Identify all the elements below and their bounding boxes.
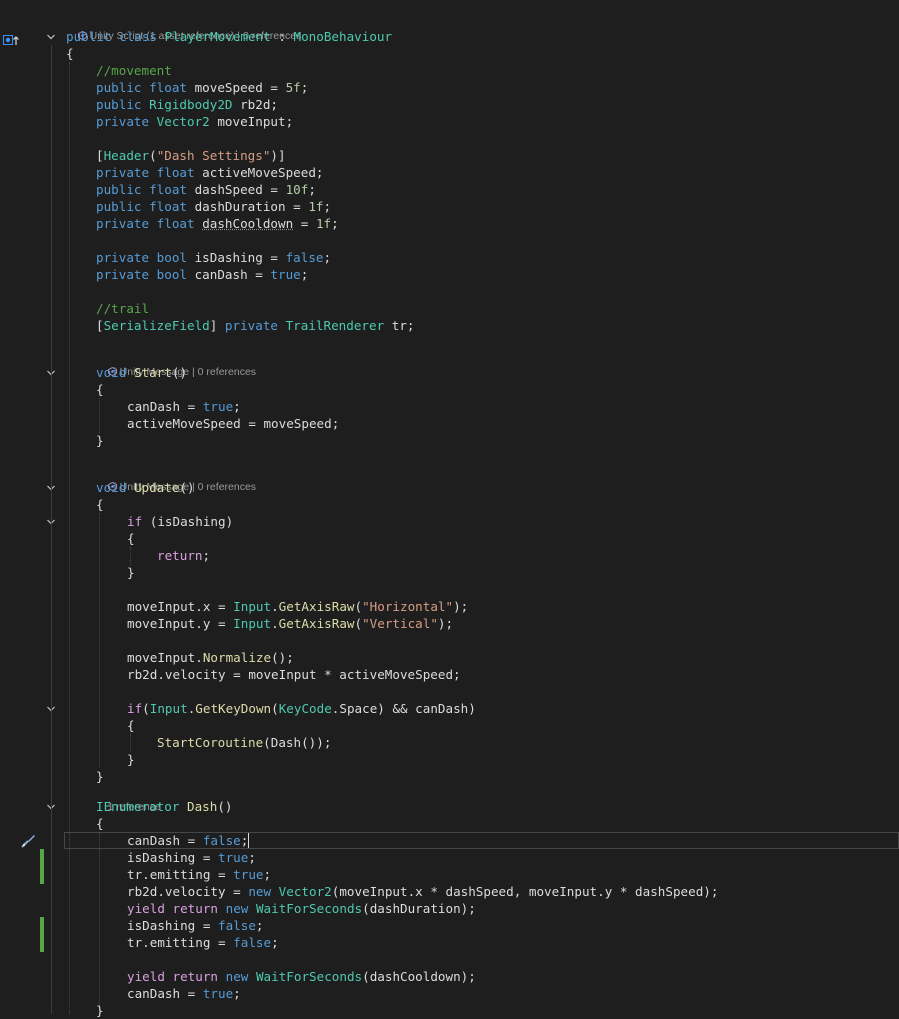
code-line[interactable]: private bool isDashing = false; bbox=[96, 249, 331, 266]
code-line[interactable]: //trail bbox=[96, 300, 149, 317]
code-line[interactable]: } bbox=[96, 1002, 104, 1019]
code-line[interactable]: yield return new WaitForSeconds(dashCool… bbox=[127, 968, 476, 985]
code-line[interactable]: canDash = false; bbox=[127, 832, 248, 849]
code-line[interactable]: if(Input.GetKeyDown(KeyCode.Space) && ca… bbox=[127, 700, 476, 717]
code-line[interactable]: { bbox=[96, 815, 104, 832]
indent-guide bbox=[99, 832, 100, 1014]
indent-guide bbox=[99, 398, 100, 433]
override-glyph-icon[interactable] bbox=[3, 31, 19, 50]
change-indicator bbox=[40, 849, 44, 884]
code-line[interactable]: public Rigidbody2D rb2d; bbox=[96, 96, 278, 113]
code-line[interactable]: activeMoveSpeed = moveSpeed; bbox=[127, 415, 339, 432]
code-line[interactable]: private float dashCooldown = 1f; bbox=[96, 215, 339, 232]
code-line[interactable]: } bbox=[96, 432, 104, 449]
indent-guide bbox=[130, 734, 131, 752]
code-line[interactable]: { bbox=[96, 496, 104, 513]
code-line[interactable]: void Start() bbox=[96, 364, 187, 381]
code-line[interactable]: moveInput.x = Input.GetAxisRaw("Horizont… bbox=[127, 598, 468, 615]
code-line[interactable]: { bbox=[127, 530, 135, 547]
codelens-class[interactable]: Unity Script (1 asset reference) | 0 ref… bbox=[66, 15, 301, 42]
code-line[interactable]: canDash = true; bbox=[127, 985, 241, 1002]
code-line[interactable]: canDash = true; bbox=[127, 398, 241, 415]
code-editor[interactable]: Unity Script (1 asset reference) | 0 ref… bbox=[0, 0, 899, 1018]
indent-guide bbox=[69, 62, 70, 1014]
code-line[interactable]: isDashing = false; bbox=[127, 917, 264, 934]
code-line[interactable]: { bbox=[127, 717, 135, 734]
fold-region-line bbox=[51, 45, 52, 1014]
change-indicator bbox=[40, 917, 44, 952]
code-line[interactable]: //movement bbox=[96, 62, 172, 79]
code-line[interactable]: public float moveSpeed = 5f; bbox=[96, 79, 308, 96]
code-line[interactable]: IEnumerator Dash() bbox=[96, 798, 233, 815]
indent-guide bbox=[130, 547, 131, 565]
code-line[interactable]: moveInput.y = Input.GetAxisRaw("Vertical… bbox=[127, 615, 453, 632]
code-line[interactable]: tr.emitting = true; bbox=[127, 866, 271, 883]
quick-action-screwdriver-icon[interactable] bbox=[20, 833, 36, 853]
code-line[interactable]: } bbox=[127, 564, 135, 581]
code-line[interactable]: } bbox=[96, 768, 104, 785]
code-line[interactable]: private Vector2 moveInput; bbox=[96, 113, 293, 130]
code-line[interactable]: } bbox=[127, 751, 135, 768]
code-line[interactable]: public float dashDuration = 1f; bbox=[96, 198, 331, 215]
code-line[interactable]: void Update() bbox=[96, 479, 195, 496]
code-line[interactable]: private float activeMoveSpeed; bbox=[96, 164, 324, 181]
code-line[interactable]: rb2d.velocity = moveInput * activeMoveSp… bbox=[127, 666, 461, 683]
code-line[interactable]: private bool canDash = true; bbox=[96, 266, 308, 283]
codelens-update[interactable]: Unity Message | 0 references bbox=[96, 466, 256, 493]
editor-gutter bbox=[0, 0, 62, 1014]
code-line[interactable]: StartCoroutine(Dash()); bbox=[157, 734, 331, 751]
code-line[interactable]: yield return new WaitForSeconds(dashDura… bbox=[127, 900, 476, 917]
fold-chevron-icon[interactable] bbox=[45, 31, 57, 43]
codelens-start[interactable]: Unity Message | 0 references bbox=[96, 351, 256, 378]
code-line[interactable]: isDashing = true; bbox=[127, 849, 256, 866]
code-line[interactable]: rb2d.velocity = new Vector2(moveInput.x … bbox=[127, 883, 718, 900]
code-line[interactable]: { bbox=[66, 45, 74, 62]
code-line[interactable]: tr.emitting = false; bbox=[127, 934, 279, 951]
code-line[interactable]: return; bbox=[157, 547, 210, 564]
code-line[interactable]: moveInput.Normalize(); bbox=[127, 649, 294, 666]
code-line[interactable]: { bbox=[96, 381, 104, 398]
code-line[interactable]: [SerializeField] private TrailRenderer t… bbox=[96, 317, 415, 334]
code-line[interactable]: public float dashSpeed = 10f; bbox=[96, 181, 316, 198]
code-line[interactable]: [Header("Dash Settings")] bbox=[96, 147, 286, 164]
indent-guide bbox=[99, 513, 100, 767]
code-line[interactable]: public class PlayerMovement : MonoBehavi… bbox=[66, 28, 392, 45]
code-line[interactable]: if (isDashing) bbox=[127, 513, 233, 530]
